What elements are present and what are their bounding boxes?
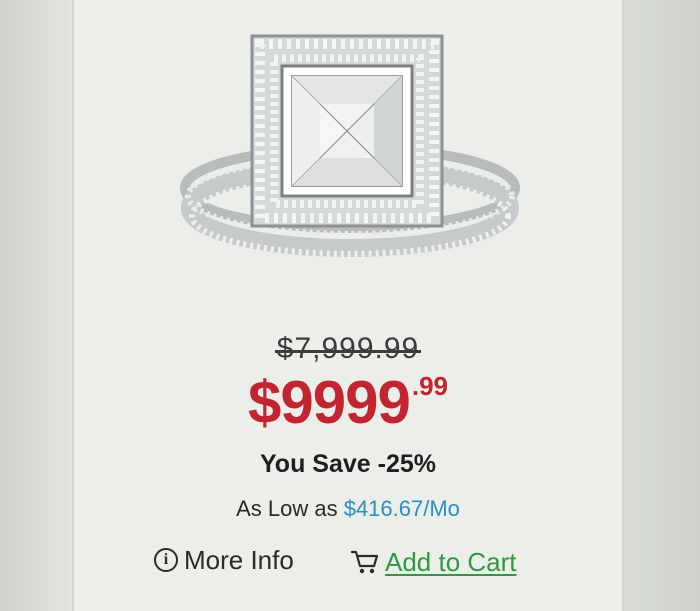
savings-text: You Save -25%: [259, 450, 436, 478]
financing-text: As Low as $416.67/Mo: [74, 496, 622, 522]
add-to-cart-label: Add to Cart: [385, 546, 517, 577]
add-to-cart-link[interactable]: Add to Cart: [349, 542, 517, 582]
financing-amount[interactable]: $416.67/Mo: [344, 496, 460, 521]
product-image[interactable]: [170, 28, 530, 258]
sale-price-main: $9999: [247, 369, 411, 436]
sale-price: $9999.99: [74, 368, 622, 437]
financing-prefix: As Low as: [236, 496, 344, 521]
more-info-label: More Info: [184, 544, 294, 575]
more-info-link[interactable]: i More Info: [154, 540, 294, 580]
action-row: i More Info Add to Cart: [154, 540, 554, 584]
info-circle-icon: i: [154, 548, 178, 572]
product-card: $7,999.99 $9999.99 You Save -25% As Low …: [72, 0, 624, 611]
shopping-cart-icon: [351, 550, 379, 574]
original-price: $7,999.99: [274, 332, 422, 365]
sale-price-cents: .99: [411, 371, 448, 401]
